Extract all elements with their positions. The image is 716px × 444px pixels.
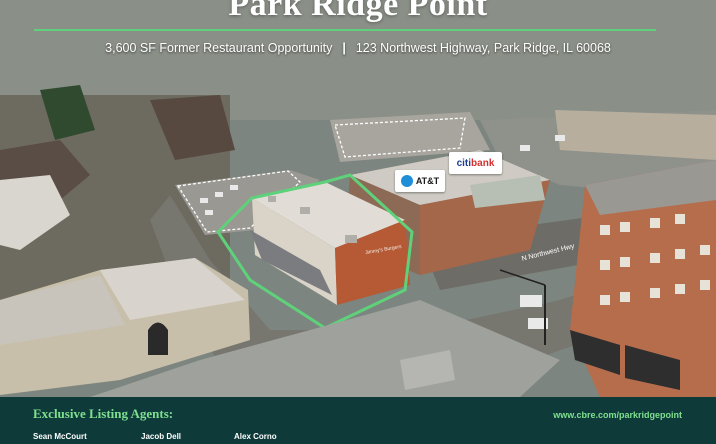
footer-bar: Exclusive Listing Agents: www.cbre.com/p… [0, 397, 716, 444]
agent-name: Alex Corno [234, 432, 277, 441]
agent-name: Sean McCourt [33, 432, 87, 441]
subtitle-size: 3,600 SF Former Restaurant Opportunity [105, 41, 333, 55]
aerial-photo [0, 0, 716, 397]
agents-heading: Exclusive Listing Agents: [33, 406, 174, 421]
agent-name: Jacob Dell [141, 432, 182, 441]
att-sign: AT&T [395, 170, 445, 192]
page-title: Park Ridge Point [228, 0, 488, 23]
listing-url-link[interactable]: www.cbre.com/parkridgepoint [553, 410, 682, 420]
citibank-suffix: bank [471, 157, 495, 169]
subtitle: 3,600 SF Former Restaurant Opportunity | 1… [0, 41, 716, 55]
citibank-sign: citibank [449, 152, 502, 174]
title-underline [34, 29, 656, 31]
subtitle-address: 123 Northwest Highway, Park Ridge, IL 60… [355, 41, 611, 55]
subtitle-divider: | [342, 41, 346, 55]
att-label: AT&T [415, 176, 440, 186]
citibank-prefix: citi [456, 157, 472, 169]
citibank-label: citibank [457, 158, 495, 169]
att-globe-icon [400, 175, 413, 187]
hero-image: Park Ridge Point 3,600 SF Former Restaur… [0, 0, 716, 444]
